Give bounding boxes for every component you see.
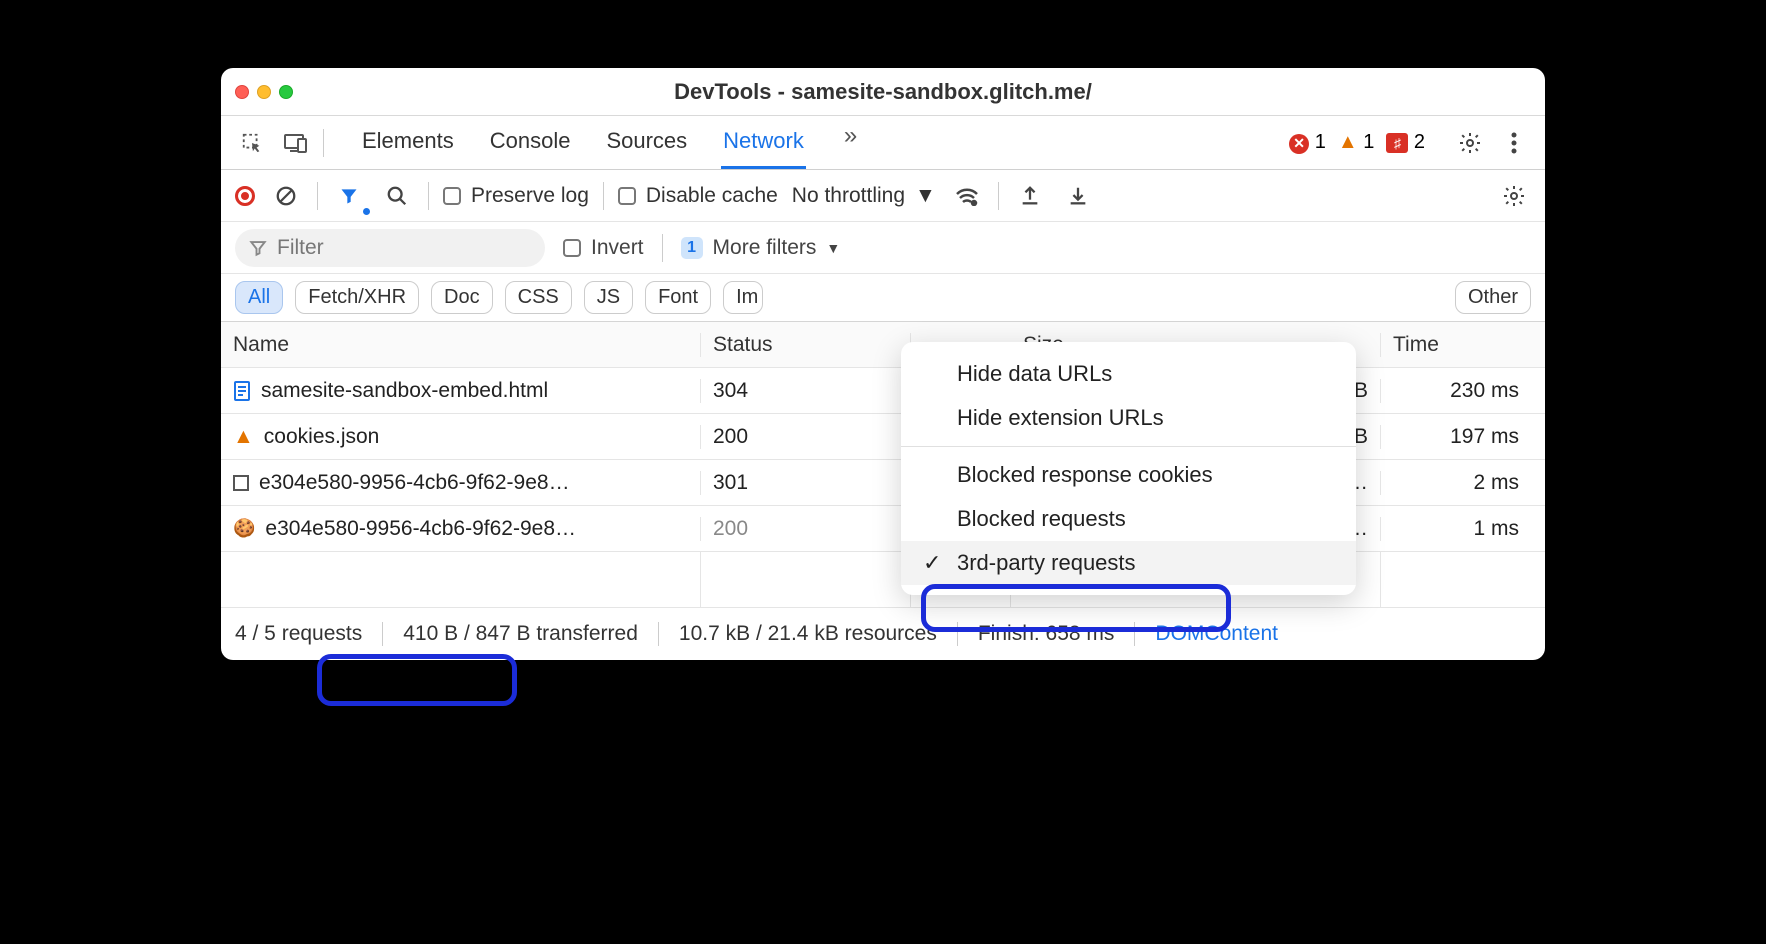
col-status[interactable]: Status <box>701 333 911 357</box>
request-name: cookies.json <box>264 425 380 449</box>
divider <box>323 129 324 157</box>
divider <box>382 622 383 646</box>
request-status: 301 <box>701 471 911 495</box>
network-toolbar: Preserve log Disable cache No throttling… <box>221 170 1545 222</box>
tab-sources[interactable]: Sources <box>604 128 689 169</box>
inspect-element-icon[interactable] <box>235 126 269 160</box>
message-badge[interactable]: ♯ 2 <box>1386 131 1425 154</box>
kebab-menu-icon[interactable] <box>1497 126 1531 160</box>
preserve-log-checkbox[interactable]: Preserve log <box>443 184 589 208</box>
panel-tabs: Elements Console Sources Network » <box>360 116 857 169</box>
devtools-window: DevTools - samesite-sandbox.glitch.me/ E… <box>221 68 1545 660</box>
status-transferred: 410 B / 847 B transferred <box>403 622 638 646</box>
minimize-window-button[interactable] <box>257 85 271 99</box>
network-conditions-icon[interactable] <box>950 179 984 213</box>
divider <box>603 182 604 210</box>
menu-3rd-party-requests[interactable]: 3rd-party requests <box>901 541 1356 585</box>
divider <box>658 622 659 646</box>
chip-other[interactable]: Other <box>1455 281 1531 314</box>
divider <box>998 182 999 210</box>
request-name: samesite-sandbox-embed.html <box>261 379 548 403</box>
filter-count-badge: 1 <box>681 237 703 259</box>
close-window-button[interactable] <box>235 85 249 99</box>
request-time: 1 ms <box>1381 517 1531 541</box>
clear-button-icon[interactable] <box>269 179 303 213</box>
chevron-down-icon: ▼ <box>826 240 840 256</box>
throttling-select[interactable]: No throttling ▼ <box>792 184 936 208</box>
menu-hide-extension-urls[interactable]: Hide extension URLs <box>901 396 1356 440</box>
document-icon <box>233 381 251 401</box>
divider <box>428 182 429 210</box>
device-toolbar-icon[interactable] <box>279 126 313 160</box>
issue-badges: ✕ 1 ▲ 1 ♯ 2 <box>1289 131 1425 154</box>
request-time: 197 ms <box>1381 425 1531 449</box>
more-filters-dropdown[interactable]: 1 More filters ▼ <box>681 236 841 260</box>
request-name: e304e580-9956-4cb6-9f62-9e8… <box>259 471 570 495</box>
request-status: 200 <box>701 517 911 541</box>
divider <box>1134 622 1135 646</box>
tab-elements[interactable]: Elements <box>360 128 456 169</box>
network-settings-gear-icon[interactable] <box>1497 179 1531 213</box>
status-finish: Finish: 658 ms <box>978 622 1115 646</box>
more-filters-menu: Hide data URLs Hide extension URLs Block… <box>901 342 1356 595</box>
titlebar: DevTools - samesite-sandbox.glitch.me/ <box>221 68 1545 116</box>
request-time: 230 ms <box>1381 379 1531 403</box>
status-resources: 10.7 kB / 21.4 kB resources <box>679 622 937 646</box>
type-filter-chips: All Fetch/XHR Doc CSS JS Font Im Other <box>221 274 1545 322</box>
divider <box>957 622 958 646</box>
error-badge[interactable]: ✕ 1 <box>1289 131 1326 154</box>
more-tabs-icon[interactable]: » <box>844 122 857 169</box>
tab-console[interactable]: Console <box>488 128 573 169</box>
filter-bar: Filter Invert 1 More filters ▼ <box>221 222 1545 274</box>
col-name[interactable]: Name <box>221 333 701 357</box>
chip-doc[interactable]: Doc <box>431 281 493 314</box>
disable-cache-checkbox[interactable]: Disable cache <box>618 184 778 208</box>
chip-js[interactable]: JS <box>584 281 633 314</box>
import-har-icon[interactable] <box>1061 179 1095 213</box>
menu-divider <box>901 446 1356 447</box>
divider <box>317 182 318 210</box>
window-title: DevTools - samesite-sandbox.glitch.me/ <box>221 79 1545 105</box>
request-time: 2 ms <box>1381 471 1531 495</box>
main-tabbar: Elements Console Sources Network » ✕ 1 ▲… <box>221 116 1545 170</box>
request-status: 304 <box>701 379 911 403</box>
chip-font[interactable]: Font <box>645 281 711 314</box>
warning-icon: ▲ <box>233 425 254 449</box>
request-status: 200 <box>701 425 911 449</box>
request-name: e304e580-9956-4cb6-9f62-9e8… <box>265 517 576 541</box>
col-time[interactable]: Time <box>1381 333 1531 357</box>
cookie-icon: 🍪 <box>233 518 255 539</box>
maximize-window-button[interactable] <box>279 85 293 99</box>
invert-checkbox[interactable]: Invert <box>563 236 644 260</box>
status-requests: 4 / 5 requests <box>235 622 362 646</box>
menu-blocked-requests[interactable]: Blocked requests <box>901 497 1356 541</box>
filter-input[interactable]: Filter <box>235 229 545 267</box>
traffic-lights <box>235 85 293 99</box>
funnel-icon <box>249 239 267 257</box>
warning-badge[interactable]: ▲ 1 <box>1338 131 1374 154</box>
status-bar: 4 / 5 requests 410 B / 847 B transferred… <box>221 608 1545 660</box>
chip-css[interactable]: CSS <box>505 281 572 314</box>
chevron-down-icon: ▼ <box>915 184 936 208</box>
chip-fetch-xhr[interactable]: Fetch/XHR <box>295 281 419 314</box>
search-icon[interactable] <box>380 179 414 213</box>
filter-toggle-icon[interactable] <box>332 179 366 213</box>
status-domcontent[interactable]: DOMContent <box>1155 622 1278 646</box>
chip-all[interactable]: All <box>235 281 283 314</box>
tab-network[interactable]: Network <box>721 128 806 169</box>
settings-gear-icon[interactable] <box>1453 126 1487 160</box>
chip-img[interactable]: Im <box>723 281 763 314</box>
generic-file-icon <box>233 475 249 491</box>
menu-hide-data-urls[interactable]: Hide data URLs <box>901 352 1356 396</box>
menu-blocked-response-cookies[interactable]: Blocked response cookies <box>901 453 1356 497</box>
annotation-highlight <box>317 654 517 706</box>
export-har-icon[interactable] <box>1013 179 1047 213</box>
divider <box>662 234 663 262</box>
record-button[interactable] <box>235 186 255 206</box>
